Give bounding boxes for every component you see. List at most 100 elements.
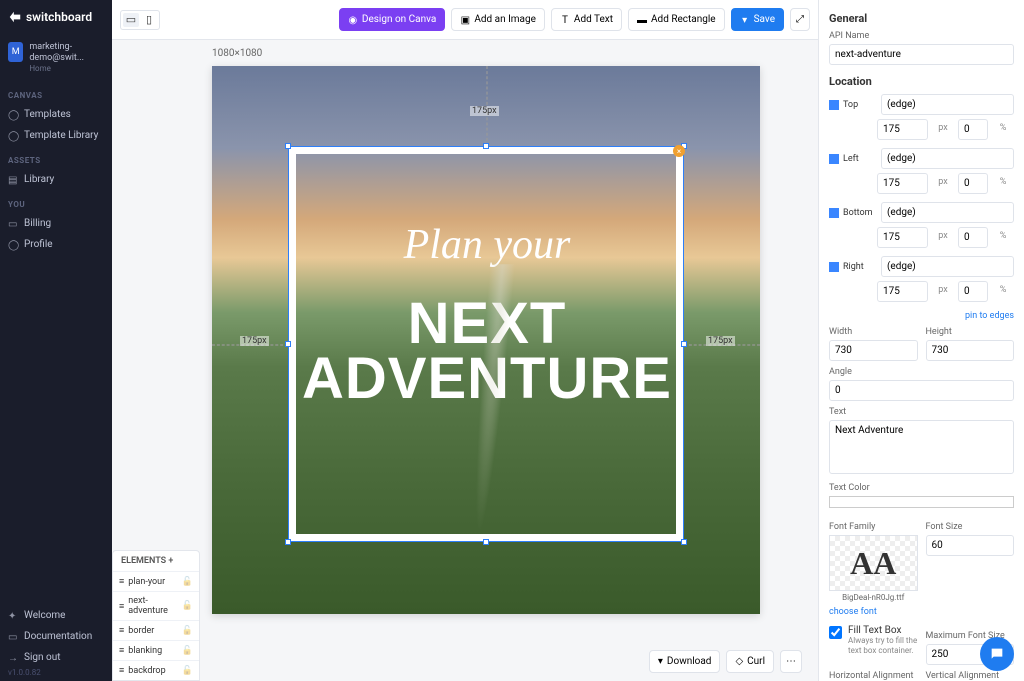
avatar: M	[8, 42, 23, 62]
right-edge-input[interactable]	[881, 256, 1014, 277]
halign-label: Horizontal Alignment	[829, 671, 918, 681]
bottom-value-input[interactable]	[877, 227, 928, 248]
lock-icon[interactable]: 🔓	[182, 646, 193, 656]
top-edge-input[interactable]	[881, 94, 1014, 115]
device-toggle[interactable]: ▭ ▯	[120, 10, 160, 30]
fontsize-input[interactable]	[926, 535, 1015, 556]
element-label: blanking	[128, 646, 162, 656]
text-input[interactable]	[829, 420, 1014, 474]
top-pct-input[interactable]	[958, 119, 988, 140]
account-name: marketing-demo@swit...	[29, 42, 104, 64]
elements-header[interactable]: ELEMENTS +	[113, 551, 199, 571]
element-label: next-adventure	[128, 596, 182, 616]
lock-icon[interactable]: 🔓	[182, 626, 193, 636]
sidebar-item-label: Templates	[24, 109, 71, 120]
bottom-pct-input[interactable]	[958, 227, 988, 248]
sidebar-item-label: Documentation	[24, 631, 92, 642]
angle-label: Angle	[829, 367, 1014, 377]
download-button[interactable]: ▾ Download	[649, 650, 721, 673]
api-name-label: API Name	[829, 31, 1014, 41]
close-icon[interactable]: ×	[673, 145, 685, 157]
choose-font-link[interactable]: choose font	[829, 607, 877, 617]
handle-bl[interactable]	[285, 539, 291, 545]
element-row-next-adventure[interactable]: ≡ next-adventure🔓	[113, 591, 199, 620]
textcolor-label: Text Color	[829, 483, 1014, 493]
left-value-input[interactable]	[877, 173, 928, 194]
height-input[interactable]	[926, 340, 1015, 361]
mobile-icon[interactable]: ▯	[141, 13, 157, 27]
right-pct-input[interactable]	[958, 281, 988, 302]
sidebar-item-label: Library	[24, 174, 54, 185]
add-text-button[interactable]: TAdd Text	[551, 8, 622, 31]
sidebar-item-billing[interactable]: ▭Billing	[0, 213, 112, 234]
loc-bottom-label: Bottom	[843, 208, 877, 218]
text-label: Text	[829, 407, 1014, 417]
left-checkbox[interactable]	[829, 154, 839, 164]
canvas-dimensions: 1080×1080	[212, 48, 262, 59]
font-preview[interactable]: AA	[829, 535, 918, 591]
add-image-button[interactable]: ▣Add an Image	[451, 8, 545, 31]
button-label: Download	[667, 656, 712, 667]
add-rectangle-button[interactable]: ▬Add Rectangle	[628, 8, 725, 31]
canvas[interactable]: 175px 175px 175px Plan your NEXT ADVENTU…	[212, 66, 760, 614]
curl-button[interactable]: ◇ Curl	[726, 650, 774, 673]
element-row-blanking[interactable]: ≡ blanking🔓	[113, 640, 199, 660]
desktop-icon[interactable]: ▭	[123, 13, 139, 27]
loc-left-label: Left	[843, 154, 877, 164]
top-checkbox[interactable]	[829, 100, 839, 110]
handle-br[interactable]	[681, 539, 687, 545]
handle-mr[interactable]	[681, 341, 687, 347]
account-switcher[interactable]: M marketing-demo@swit... Home	[0, 34, 112, 81]
button-label: Add an Image	[474, 14, 536, 25]
text-color-swatch[interactable]	[829, 496, 1014, 508]
angle-input[interactable]	[829, 380, 1014, 401]
sidebar-item-profile[interactable]: ◯Profile	[0, 234, 112, 255]
bottom-checkbox[interactable]	[829, 208, 839, 218]
expand-button[interactable]: ⤢	[790, 8, 810, 31]
width-input[interactable]	[829, 340, 918, 361]
chat-bubble-icon[interactable]	[980, 637, 1014, 671]
handle-ml[interactable]	[285, 341, 291, 347]
logo[interactable]: switchboard	[0, 0, 112, 34]
left-pct-input[interactable]	[958, 173, 988, 194]
workspace[interactable]: 1080×1080 175px 175px 175px Plan your NE…	[112, 40, 818, 681]
sidebar-item-template-library[interactable]: ◯Template Library	[0, 125, 112, 146]
sidebar-item-label: Sign out	[24, 652, 60, 663]
right-checkbox[interactable]	[829, 262, 839, 272]
sidebar-item-welcome[interactable]: ✦Welcome	[0, 605, 112, 626]
selection-box[interactable]: ×	[288, 146, 684, 542]
handle-tm[interactable]	[483, 143, 489, 149]
pct: %	[992, 227, 1014, 248]
lock-icon[interactable]: 🔓	[182, 577, 193, 587]
right-value-input[interactable]	[877, 281, 928, 302]
design-on-canva-button[interactable]: ◉Design on Canva	[339, 8, 445, 31]
bottom-edge-input[interactable]	[881, 202, 1014, 223]
fill-textbox-checkbox[interactable]	[829, 626, 842, 639]
left-edge-input[interactable]	[881, 148, 1014, 169]
handle-bm[interactable]	[483, 539, 489, 545]
font-name: BigDeal-nR0Jg.ttf	[829, 591, 918, 606]
sidebar-item-label: Welcome	[24, 610, 65, 621]
handle-tl[interactable]	[285, 143, 291, 149]
pin-to-edges-link[interactable]: pin to edges	[965, 311, 1014, 321]
unit: px	[932, 173, 954, 194]
sidebar-item-templates[interactable]: ◯Templates	[0, 104, 112, 125]
element-row-plan-your[interactable]: ≡ plan-your🔓	[113, 571, 199, 591]
top-value-input[interactable]	[877, 119, 928, 140]
section-assets: ASSETS	[0, 146, 112, 169]
lock-icon[interactable]: 🔓	[182, 601, 193, 611]
api-name-input[interactable]	[829, 44, 1014, 65]
more-button[interactable]: ⋯	[780, 650, 802, 673]
sidebar-item-signout[interactable]: →Sign out	[0, 647, 112, 668]
sidebar-item-documentation[interactable]: ▭Documentation	[0, 626, 112, 647]
section-location: Location	[829, 75, 1014, 88]
pct: %	[992, 173, 1014, 194]
button-label: Add Text	[574, 14, 613, 25]
lock-icon[interactable]: 🔓	[182, 666, 193, 676]
save-button[interactable]: ▾Save	[731, 8, 784, 31]
element-row-border[interactable]: ≡ border🔓	[113, 620, 199, 640]
section-you: YOU	[0, 190, 112, 213]
loc-top-label: Top	[843, 100, 877, 110]
sidebar-item-library[interactable]: ▤Library	[0, 169, 112, 190]
element-row-backdrop[interactable]: ≡ backdrop🔓	[113, 660, 199, 680]
